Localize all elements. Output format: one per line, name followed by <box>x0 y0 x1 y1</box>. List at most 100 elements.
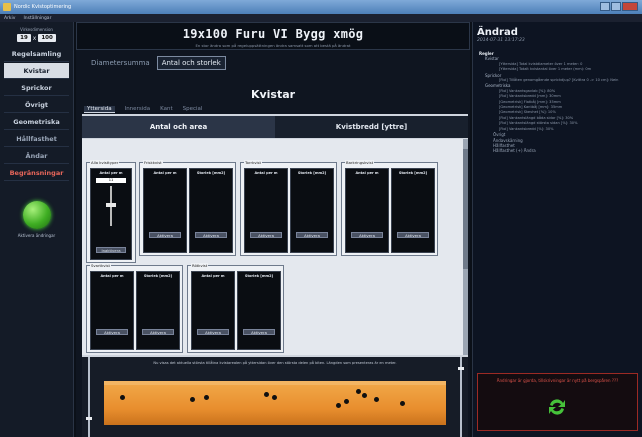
sidebar-item-ovrigt[interactable]: Övrigt <box>4 97 69 113</box>
sidebar-item-hallfasthet[interactable]: Hållfasthet <box>4 131 69 147</box>
knot-mark <box>190 397 195 402</box>
knot-mark <box>362 393 367 398</box>
dimension-label: Virkesdimension <box>20 27 53 32</box>
group-rotkvist: Rötkvist Antal per m Aktivera Storlek [m… <box>187 263 284 353</box>
sync-icon[interactable] <box>546 396 568 418</box>
activate-button[interactable]: Aktivera <box>195 232 227 238</box>
column-header: Antal per m <box>355 171 379 175</box>
close-icon[interactable] <box>622 2 638 11</box>
scrollbar-thumb[interactable] <box>463 149 468 269</box>
activate-button[interactable]: Aktivera <box>397 232 429 238</box>
column-header: Storlek [mm2] <box>297 171 327 175</box>
minimize-icon[interactable] <box>600 2 610 11</box>
sidebar-item-geometriska[interactable]: Geometriska <box>4 114 69 130</box>
knot-mark <box>344 399 349 404</box>
sidebar-item-sprickor[interactable]: Sprickor <box>4 80 69 96</box>
knot-groups-area: Alla kvisttyper Antal per m 11 Inaktiver… <box>82 139 468 355</box>
knot-mark <box>374 397 379 402</box>
knot-mark <box>120 395 125 400</box>
rule-header: 19x100 Furu VI Bygg xmög En stor ändra s… <box>76 22 470 50</box>
warning-message: Ändringar är gjorda, tillskrivningar är … <box>496 378 619 383</box>
column-header: Antal per m <box>100 274 124 278</box>
tab-kant[interactable]: Kant <box>160 106 173 113</box>
knot-panel: Antal och area Kvistbredd [yttre] Alla k… <box>82 114 468 437</box>
knot-mark <box>400 401 405 406</box>
sidebar-item-andar[interactable]: Ändar <box>4 148 69 164</box>
sidebar-item-regelsamling[interactable]: Regelsamling <box>4 46 69 62</box>
column-header: Storlek [mm2] <box>143 274 173 278</box>
segment-antal-och-area[interactable]: Antal och area <box>82 116 275 138</box>
activate-button[interactable]: Aktivera <box>250 232 282 238</box>
knot-mark <box>204 395 209 400</box>
group-title: Friskkvist <box>143 160 163 165</box>
column-header: Antal per m <box>201 274 225 278</box>
activate-changes-button[interactable] <box>22 201 51 229</box>
preview-note: Nu visas det aktuella största tillåtna k… <box>153 361 397 365</box>
section-title: Kvistar <box>250 88 296 101</box>
dimension-box: Virkesdimension 19 x 100 <box>6 27 67 42</box>
main-tabs: Diametersumma Antal och storlek <box>86 56 470 70</box>
knot-mark <box>336 403 341 408</box>
all-knots-input[interactable]: 11 <box>96 178 126 183</box>
changes-date: 2014-07-31 13:17:23 <box>477 38 525 43</box>
sidebar-item-begransningar[interactable]: Begränsningar <box>4 165 69 181</box>
window-titlebar: Nordic Kvistoptimering <box>0 0 642 14</box>
deactivate-button[interactable]: Inaktivera <box>96 247 126 253</box>
group-all-knot-types: Alla kvisttyper Antal per m 11 Inaktiver… <box>86 160 136 263</box>
left-marker-handle[interactable] <box>86 417 92 420</box>
board-preview: Nu visas det aktuella största tillåtna k… <box>82 357 468 437</box>
dimension-width[interactable]: 100 <box>38 34 56 42</box>
side-tabs: Yttersida Innersida Kant Special <box>84 106 202 113</box>
menu-item-installningar[interactable]: Inställningar <box>23 16 51 21</box>
window-controls <box>600 2 638 11</box>
friskkvist-count-cell: Antal per m Aktivera <box>143 168 187 253</box>
activate-button[interactable]: Aktivera <box>149 232 181 238</box>
left-length-marker[interactable] <box>88 357 90 437</box>
tab-special[interactable]: Special <box>183 106 203 113</box>
slider-thumb[interactable] <box>106 203 116 207</box>
group-title: Rötkvist <box>191 263 209 268</box>
activate-button[interactable]: Aktivera <box>243 329 275 335</box>
app-icon <box>3 3 11 11</box>
activate-button[interactable]: Aktivera <box>197 329 229 335</box>
menu-bar: Arkiv Inställningar <box>0 14 642 22</box>
activate-button[interactable]: Aktivera <box>351 232 383 238</box>
svartkvist-size-cell: Storlek [mm2] Aktivera <box>136 271 180 350</box>
tab-diametersumma[interactable]: Diametersumma <box>86 56 155 70</box>
friskkvist-size-cell: Storlek [mm2] Aktivera <box>189 168 233 253</box>
group-svartkvist: Svartkvist Antal per m Aktivera Storlek … <box>86 263 183 353</box>
sidebar-item-kvistar[interactable]: Kvistar <box>4 63 69 79</box>
changes-panel: Ändrad 2014-07-31 13:17:23 Regler Kvistar… <box>472 22 642 437</box>
group-barkringskvist: Barkringskvist Antal per m Aktivera Stor… <box>341 160 438 256</box>
torrkvist-count-cell: Antal per m Aktivera <box>244 168 288 253</box>
barkringskvist-size-cell: Storlek [mm2] Aktivera <box>391 168 435 253</box>
maximize-icon[interactable] <box>611 2 621 11</box>
group-title: Torrkvist <box>244 160 263 165</box>
activate-button[interactable]: Aktivera <box>142 329 174 335</box>
column-header: Storlek [mm2] <box>244 274 274 278</box>
tab-antal-och-storlek[interactable]: Antal och storlek <box>156 56 226 70</box>
vertical-scrollbar[interactable] <box>463 139 468 355</box>
changes-title: Ändrad <box>477 27 518 38</box>
activate-button[interactable]: Aktivera <box>296 232 328 238</box>
right-marker-handle[interactable] <box>458 367 464 370</box>
changes-tree: Regler Kvistar [Yttersida] Total kvistdiam… <box>473 51 642 154</box>
activate-changes-label: Aktivera ändringar <box>17 233 56 238</box>
segment-kvistbredd[interactable]: Kvistbredd [yttre] <box>275 116 468 138</box>
rotkvist-count-cell: Antal per m Aktivera <box>191 271 235 350</box>
dimension-thickness[interactable]: 19 <box>17 34 31 42</box>
svartkvist-count-cell: Antal per m Aktivera <box>90 271 134 350</box>
rotkvist-size-cell: Storlek [mm2] Aktivera <box>237 271 281 350</box>
column-header: Antal per m <box>99 171 123 175</box>
tab-yttersida[interactable]: Yttersida <box>84 106 115 113</box>
board-visualization <box>104 381 446 425</box>
activate-button[interactable]: Aktivera <box>96 329 128 335</box>
tab-innersida[interactable]: Innersida <box>125 106 151 113</box>
changes-tree-item: Hållfasthet (+) Ändra <box>493 148 536 154</box>
all-knots-slider-cell: Antal per m 11 Inaktivera <box>90 168 132 260</box>
menu-item-arkiv[interactable]: Arkiv <box>4 16 15 21</box>
group-title: Svartkvist <box>90 263 112 268</box>
mode-segmented-control: Antal och area Kvistbredd [yttre] <box>82 116 468 138</box>
column-header: Antal per m <box>254 171 278 175</box>
warning-box: Ändringar är gjorda, tillskrivningar är … <box>477 373 638 431</box>
